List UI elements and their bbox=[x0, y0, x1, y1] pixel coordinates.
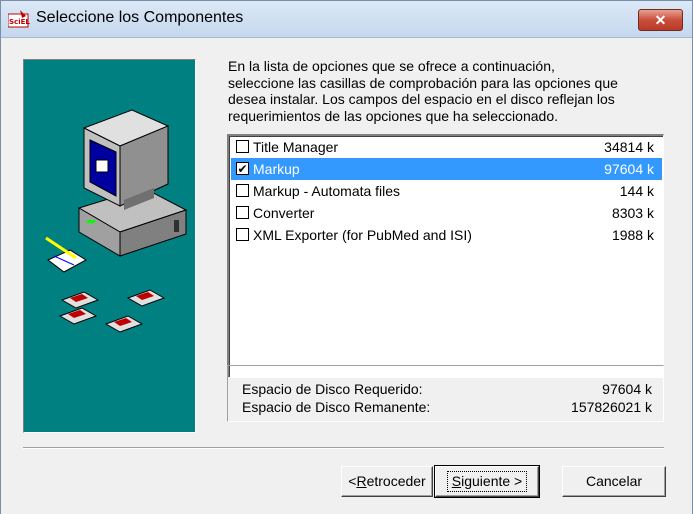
disk-remaining-row: Espacio de Disco Remanente: 157826021 k bbox=[242, 399, 652, 417]
separator bbox=[23, 447, 664, 449]
component-checkbox[interactable] bbox=[236, 184, 249, 197]
setup-illustration bbox=[23, 59, 196, 433]
setup-window: SciELO Seleccione los Componentes ✕ bbox=[0, 0, 693, 514]
component-label: Markup - Automata files bbox=[253, 183, 401, 199]
component-label: XML Exporter (for PubMed and ISI) bbox=[253, 227, 472, 243]
disk-remaining-label: Espacio de Disco Remanente: bbox=[242, 399, 431, 415]
list-item[interactable]: Markup - Automata files 144 k bbox=[231, 180, 662, 202]
component-label: Title Manager bbox=[253, 139, 339, 155]
svg-text:SciELO: SciELO bbox=[9, 18, 30, 26]
disk-remaining-value: 157826021 k bbox=[571, 399, 652, 415]
focus-rect: Siguiente > bbox=[446, 471, 528, 492]
setup-icon: SciELO bbox=[7, 10, 36, 28]
list-item[interactable]: Converter 8303 k bbox=[231, 202, 662, 224]
component-label: Markup bbox=[253, 161, 300, 177]
floppy-disk-icon bbox=[58, 307, 98, 325]
list-item[interactable]: Title Manager 34814 k bbox=[231, 136, 662, 158]
computer-disks-image bbox=[45, 109, 188, 333]
component-checkbox[interactable] bbox=[236, 140, 249, 153]
component-checkbox[interactable]: ✔ bbox=[236, 162, 249, 175]
component-size: 34814 k bbox=[604, 139, 654, 155]
title-bar[interactable]: SciELO Seleccione los Componentes ✕ bbox=[1, 1, 692, 38]
dialog-body: En la lista de opciones que se ofrece a … bbox=[1, 38, 692, 514]
floppy-disk-icon bbox=[104, 315, 144, 333]
component-label: Converter bbox=[253, 205, 315, 221]
instructions-text: En la lista de opciones que se ofrece a … bbox=[228, 58, 618, 124]
list-item[interactable]: ✔ Markup 97604 k bbox=[231, 158, 662, 180]
disk-required-value: 97604 k bbox=[602, 381, 652, 397]
window-title: Seleccione los Componentes bbox=[36, 9, 244, 26]
next-button-mnemonic: S bbox=[451, 473, 462, 489]
component-checkbox[interactable] bbox=[236, 206, 249, 219]
close-icon: ✕ bbox=[654, 12, 667, 28]
component-checkbox[interactable] bbox=[236, 228, 249, 241]
floppy-disk-icon bbox=[60, 291, 100, 309]
close-button[interactable]: ✕ bbox=[638, 9, 683, 31]
list-item[interactable]: XML Exporter (for PubMed and ISI) 1988 k bbox=[231, 224, 662, 246]
disk-required-row: Espacio de Disco Requerido: 97604 k bbox=[242, 381, 652, 399]
disk-required-label: Espacio de Disco Requerido: bbox=[242, 381, 423, 397]
component-size: 144 k bbox=[619, 183, 654, 199]
back-button[interactable]: <Retroceder bbox=[341, 466, 433, 497]
disk-space-panel: Espacio de Disco Requerido: 97604 k Espa… bbox=[227, 365, 664, 422]
next-button[interactable]: Siguiente > bbox=[434, 465, 540, 498]
component-size: 1988 k bbox=[611, 227, 654, 243]
cancel-button[interactable]: Cancelar bbox=[562, 466, 666, 497]
floppy-disk-icon bbox=[126, 289, 166, 307]
component-size: 8303 k bbox=[611, 205, 654, 221]
back-button-mnemonic: R bbox=[356, 473, 367, 489]
back-button-label: etroceder bbox=[366, 473, 426, 489]
component-size: 97604 k bbox=[604, 161, 654, 177]
components-list[interactable]: Title Manager 34814 k ✔ Markup 97604 k M… bbox=[227, 134, 664, 378]
next-button-label: iguiente > bbox=[461, 473, 523, 489]
